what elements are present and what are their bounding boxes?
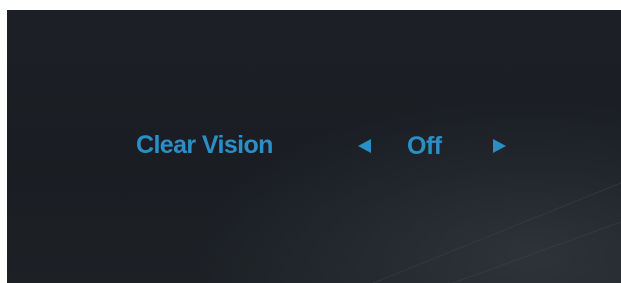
setting-label: Clear Vision	[136, 131, 273, 159]
background-streak	[367, 165, 621, 283]
triangle-left-icon[interactable]	[358, 139, 371, 153]
osd-panel: Clear Vision Off	[7, 10, 621, 283]
setting-value: Off	[407, 132, 442, 160]
background-streak	[427, 196, 621, 283]
triangle-right-icon[interactable]	[493, 139, 506, 153]
clear-vision-setting-row[interactable]: Clear Vision Off	[7, 129, 621, 165]
